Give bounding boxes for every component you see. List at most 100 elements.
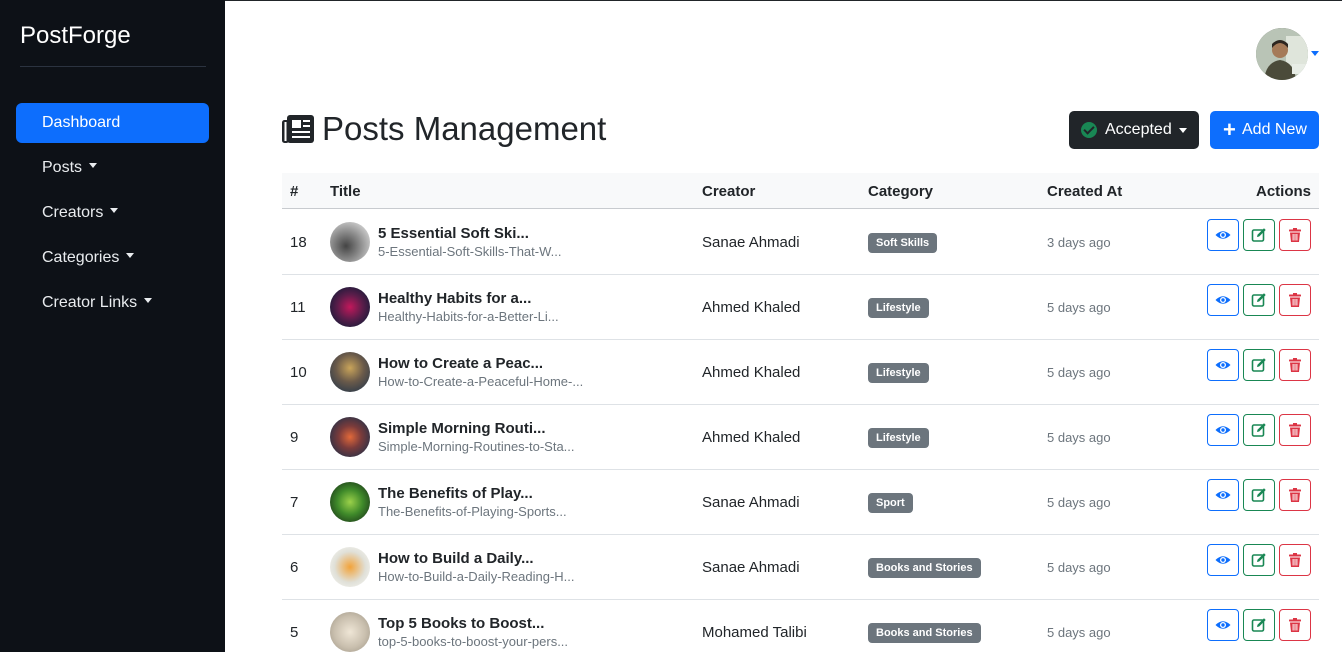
post-title[interactable]: Simple Morning Routi... <box>378 420 546 437</box>
trash-icon <box>1289 553 1301 567</box>
post-id: 11 <box>290 299 306 316</box>
user-avatar[interactable] <box>1256 28 1308 80</box>
post-thumbnail <box>330 612 370 652</box>
post-id: 10 <box>290 364 307 381</box>
table-row: 10 How to Create a Peac... How-to-Create-a… <box>282 340 1319 405</box>
view-button[interactable] <box>1207 544 1239 576</box>
caret-down-icon <box>144 298 153 304</box>
caret-down-icon <box>1179 128 1187 133</box>
column-header-actions: Actions <box>1255 183 1311 200</box>
edit-button[interactable] <box>1243 284 1275 316</box>
post-id: 7 <box>290 494 299 511</box>
status-filter-label: Accepted <box>1105 121 1172 138</box>
plus-icon: + <box>1223 117 1236 142</box>
add-new-label: Add New <box>1242 121 1307 138</box>
eye-icon <box>1215 296 1231 304</box>
post-slug: The-Benefits-of-Playing-Sports... <box>378 504 567 519</box>
sidebar-item-creator-links[interactable]: Creator Links <box>16 283 209 323</box>
edit-button[interactable] <box>1243 219 1275 251</box>
column-header-number: # <box>290 183 299 200</box>
sidebar: PostForge Dashboard Posts Creators Categ… <box>0 0 225 652</box>
table-row: 7 The Benefits of Play... The-Benefits-of-… <box>282 470 1319 535</box>
trash-icon <box>1289 488 1301 502</box>
trash-icon <box>1289 358 1301 372</box>
edit-icon <box>1251 618 1266 632</box>
delete-button[interactable] <box>1279 284 1311 316</box>
eye-icon <box>1215 621 1231 629</box>
post-title[interactable]: 5 Essential Soft Ski... <box>378 225 529 242</box>
trash-icon <box>1289 228 1301 242</box>
post-slug: How-to-Create-a-Peaceful-Home-... <box>378 374 584 389</box>
view-button[interactable] <box>1207 284 1239 316</box>
status-filter-dropdown[interactable]: Accepted <box>1069 111 1199 149</box>
delete-button[interactable] <box>1279 609 1311 641</box>
post-title[interactable]: How to Build a Daily... <box>378 550 534 567</box>
sidebar-item-posts[interactable]: Posts <box>16 148 209 188</box>
sidebar-item-label: Posts <box>42 159 83 176</box>
post-creator: Ahmed Khaled <box>702 299 801 316</box>
post-slug: Simple-Morning-Routines-to-Sta... <box>378 439 575 454</box>
delete-button[interactable] <box>1279 479 1311 511</box>
check-circle-icon <box>1081 122 1097 138</box>
delete-button[interactable] <box>1279 414 1311 446</box>
column-header-title: Title <box>330 183 361 200</box>
category-badge: Sport <box>868 493 913 513</box>
view-button[interactable] <box>1207 219 1239 251</box>
delete-button[interactable] <box>1279 219 1311 251</box>
post-title[interactable]: Top 5 Books to Boost... <box>378 615 544 632</box>
post-thumbnail <box>330 482 370 522</box>
post-thumbnail <box>330 222 370 262</box>
post-created-at: 5 days ago <box>1047 300 1111 315</box>
column-header-created-at: Created At <box>1047 183 1123 200</box>
view-button[interactable] <box>1207 609 1239 641</box>
caret-down-icon <box>126 253 135 259</box>
post-creator: Sanae Ahmadi <box>702 559 800 576</box>
sidebar-item-categories[interactable]: Categories <box>16 238 209 278</box>
edit-button[interactable] <box>1243 479 1275 511</box>
category-badge: Books and Stories <box>868 558 981 578</box>
sidebar-item-creators[interactable]: Creators <box>16 193 209 233</box>
post-created-at: 5 days ago <box>1047 365 1111 380</box>
sidebar-item-label: Dashboard <box>42 114 121 131</box>
delete-button[interactable] <box>1279 544 1311 576</box>
category-badge: Lifestyle <box>868 298 929 318</box>
post-thumbnail <box>330 287 370 327</box>
edit-button[interactable] <box>1243 609 1275 641</box>
sidebar-item-label: Creator Links <box>42 294 138 311</box>
add-new-button[interactable]: + Add New <box>1210 111 1319 149</box>
post-created-at: 5 days ago <box>1047 560 1111 575</box>
sidebar-item-label: Categories <box>42 249 120 266</box>
eye-icon <box>1215 231 1231 239</box>
post-creator: Ahmed Khaled <box>702 364 801 381</box>
category-badge: Lifestyle <box>868 428 929 448</box>
edit-icon <box>1251 228 1266 242</box>
view-button[interactable] <box>1207 479 1239 511</box>
avatar-dropdown-icon[interactable] <box>1311 51 1319 56</box>
table-header: # Title Creator Category Created At Acti… <box>282 173 1319 209</box>
post-title[interactable]: How to Create a Peac... <box>378 355 543 372</box>
post-thumbnail <box>330 547 370 587</box>
edit-icon <box>1251 358 1266 372</box>
delete-button[interactable] <box>1279 349 1311 381</box>
view-button[interactable] <box>1207 349 1239 381</box>
edit-button[interactable] <box>1243 544 1275 576</box>
post-slug: How-to-Build-a-Daily-Reading-H... <box>378 569 575 584</box>
post-slug: Healthy-Habits-for-a-Better-Li... <box>378 309 559 324</box>
newspaper-icon <box>282 115 314 143</box>
post-id: 18 <box>290 234 307 251</box>
sidebar-item-dashboard[interactable]: Dashboard <box>16 103 209 143</box>
post-slug: 5-Essential-Soft-Skills-That-W... <box>378 244 562 259</box>
post-title[interactable]: Healthy Habits for a... <box>378 290 531 307</box>
brand-name[interactable]: PostForge <box>20 22 131 50</box>
edit-button[interactable] <box>1243 349 1275 381</box>
view-button[interactable] <box>1207 414 1239 446</box>
eye-icon <box>1215 491 1231 499</box>
post-slug: top-5-books-to-boost-your-pers... <box>378 634 569 649</box>
column-header-creator: Creator <box>702 183 756 200</box>
category-badge: Books and Stories <box>868 623 981 643</box>
avatar-image-icon <box>1256 28 1308 80</box>
post-creator: Mohamed Talibi <box>702 624 807 641</box>
edit-button[interactable] <box>1243 414 1275 446</box>
post-title[interactable]: The Benefits of Play... <box>378 485 533 502</box>
table-row: 11 Healthy Habits for a... Healthy-Habits-… <box>282 275 1319 340</box>
